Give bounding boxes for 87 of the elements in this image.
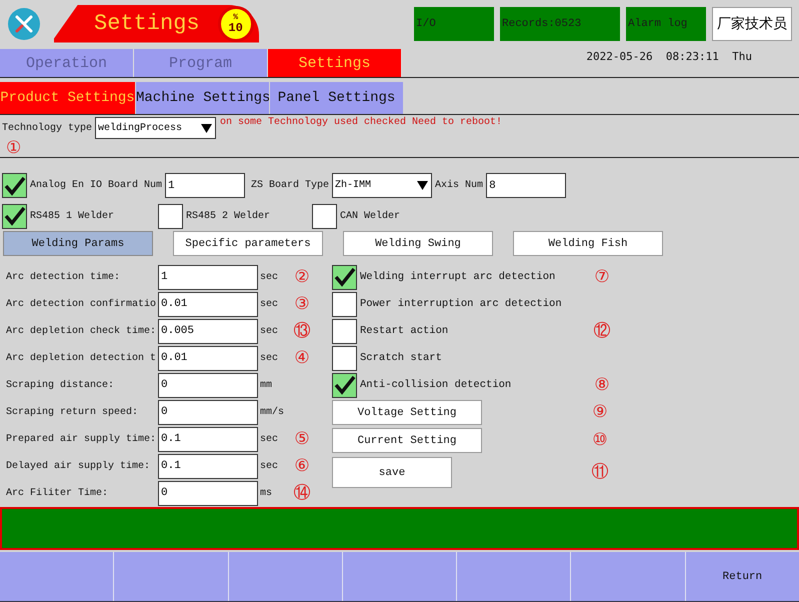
unit-label: sec — [259, 326, 280, 337]
param-field[interactable]: 0 — [158, 400, 258, 425]
option-label: Anti-collision detection — [359, 379, 512, 392]
speed-value: 10 — [228, 22, 243, 34]
technology-select[interactable]: weldingProcess — [95, 117, 216, 140]
param-tab[interactable]: Welding Swing — [343, 231, 493, 256]
unit-label: mm/s — [259, 406, 286, 418]
param-label: Arc detection time: — [5, 272, 122, 283]
circled-number: ③ — [294, 296, 310, 313]
setting-button[interactable]: Voltage Setting — [332, 400, 482, 426]
checkbox[interactable] — [158, 204, 183, 229]
circled-number: ⑧ — [594, 376, 610, 394]
technology-label: Technology type — [2, 122, 92, 134]
checkbox-label: RS485 1 Welder — [30, 210, 114, 222]
param-field[interactable]: 0.1 — [158, 454, 258, 479]
unit-label: sec — [259, 352, 280, 364]
param-field[interactable]: 0 — [158, 372, 258, 398]
circled-number: ⑫ — [594, 322, 610, 340]
checkbox[interactable] — [332, 372, 357, 398]
checkbox[interactable] — [2, 173, 27, 198]
circled-number: ⑭ — [294, 484, 310, 502]
param-label: Arc Filiter Time: — [5, 488, 110, 499]
param-label: Delayed air supply time: — [5, 460, 152, 472]
checkbox[interactable] — [332, 292, 357, 317]
checkbox-label: CAN Welder — [340, 210, 400, 222]
option-label: Power interruption arc detection — [359, 298, 563, 310]
param-field[interactable]: 0.005 — [158, 318, 258, 344]
checkbox[interactable] — [2, 204, 27, 229]
circled-number: ⑥ — [294, 458, 310, 475]
param-field[interactable]: 0 — [158, 480, 258, 506]
unit-label: sec — [259, 460, 280, 472]
param-label: Prepared air supply time: — [5, 434, 158, 445]
checkbox[interactable] — [312, 204, 337, 229]
date-time: 2022-05-26 08:23:11 Thu — [586, 50, 752, 66]
check-icon — [334, 375, 356, 396]
save-button[interactable]: save — [332, 457, 452, 488]
unit-label: mm — [259, 380, 274, 391]
page-title: Settings — [94, 11, 200, 36]
circled-number: ⑬ — [294, 322, 310, 340]
param-label: Arc detection confirmatio — [5, 298, 158, 310]
sub-tab[interactable]: Machine Settings — [136, 82, 269, 114]
unit-label: sec — [259, 272, 280, 283]
circled-number: ⑨ — [592, 404, 608, 422]
warning-text: on some Technology used checked Need to reboot! — [220, 117, 502, 128]
param-label: Scraping return speed: — [5, 406, 140, 418]
setting-button[interactable]: Current Setting — [332, 428, 482, 454]
circled-number: ② — [294, 268, 310, 286]
unit-label: sec — [259, 434, 280, 445]
option-label: Scratch start — [359, 352, 443, 364]
unit-label: sec — [259, 298, 280, 310]
zs-board-label: ZS Board Type — [251, 180, 330, 192]
param-field[interactable]: 0.01 — [158, 346, 258, 371]
checkbox-label: Analog En IO Board Num — [30, 180, 162, 192]
check-icon — [4, 206, 26, 226]
axis-num-label: Axis Num — [435, 180, 484, 192]
circled-number: ⑦ — [594, 268, 610, 286]
axis-num-field[interactable]: 8 — [486, 173, 566, 198]
circled-number: ⑤ — [294, 430, 310, 448]
checkbox-label: RS485 2 Welder — [186, 210, 270, 222]
param-label: Arc depletion detection t — [5, 352, 158, 364]
param-label: Arc depletion check time: — [5, 326, 158, 337]
checkbox[interactable] — [332, 264, 357, 290]
check-icon — [334, 267, 356, 288]
circled-number: ④ — [294, 350, 310, 367]
board-num-field[interactable]: 1 — [165, 173, 246, 198]
percent-sign: % — [233, 14, 238, 22]
param-tab[interactable]: Specific parameters — [173, 231, 323, 256]
checkbox[interactable] — [332, 346, 357, 371]
option-label: Welding interrupt arc detection — [359, 271, 556, 284]
circled-number: ⑩ — [592, 432, 608, 450]
zs-board-select[interactable]: Zh-IMM — [332, 173, 432, 198]
circled-number: ① — [6, 140, 22, 158]
dropdown-icon — [417, 180, 428, 192]
param-label: Scraping distance: — [5, 380, 116, 391]
sub-tab[interactable]: Panel Settings — [270, 82, 403, 114]
checkbox[interactable] — [332, 318, 357, 344]
param-tab[interactable]: Welding Fish — [513, 231, 663, 256]
check-icon — [4, 176, 26, 196]
unit-label: ms — [259, 488, 274, 499]
user-button[interactable]: 厂家技术员 — [712, 6, 792, 40]
param-field[interactable]: 0.01 — [158, 292, 258, 317]
param-tab[interactable]: Welding Params — [3, 231, 153, 256]
dropdown-icon — [201, 122, 212, 134]
circled-number: ⑪ — [592, 464, 608, 482]
param-field[interactable]: 1 — [158, 264, 258, 290]
param-field[interactable]: 0.1 — [158, 426, 258, 452]
option-label: Restart action — [359, 325, 450, 338]
